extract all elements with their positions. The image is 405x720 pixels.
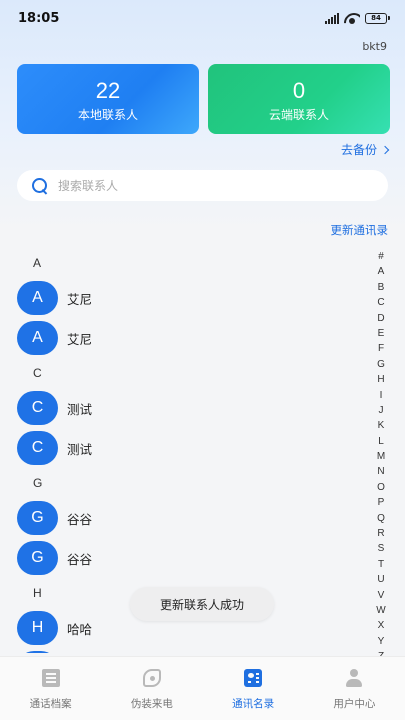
contact-name: 测试 — [67, 441, 93, 457]
cloud-contacts-count: 0 — [292, 78, 306, 103]
contact-avatar: G — [17, 541, 58, 575]
contact-name: 测试 — [67, 401, 93, 417]
signal-icon — [325, 12, 339, 24]
tab-phone[interactable]: 伪装来电 — [101, 657, 202, 720]
contact-row[interactable]: G 谷谷 — [0, 538, 370, 578]
contact-avatar: H — [17, 651, 58, 653]
toast-message: 更新联系人成功 — [130, 587, 274, 621]
index-letter[interactable]: R — [374, 526, 388, 541]
contact-name: 艾尼 — [67, 291, 93, 307]
update-contacts-link[interactable]: 更新通讯录 — [331, 222, 389, 238]
contact-name: 谷谷 — [67, 551, 93, 567]
tab-label: 伪装来电 — [130, 698, 173, 710]
contact-row[interactable]: C 测试 — [0, 388, 370, 428]
wifi-icon — [344, 13, 360, 24]
local-contacts-label: 本地联系人 — [77, 108, 138, 122]
index-letter[interactable]: Y — [374, 634, 388, 649]
index-letter[interactable]: S — [374, 541, 388, 556]
chevron-right-icon — [380, 145, 390, 154]
index-letter[interactable]: P — [374, 495, 388, 510]
index-letter[interactable]: E — [374, 326, 388, 341]
list-icon — [41, 669, 60, 687]
contact-row[interactable]: H哈哈 — [0, 648, 370, 653]
contact-avatar: A — [17, 321, 58, 355]
tab-contacts-book[interactable]: 通讯名录 — [203, 657, 304, 720]
section-header: C — [33, 366, 42, 380]
status-icons: 84 — [325, 12, 390, 24]
tab-label: 通讯名录 — [232, 698, 275, 710]
contact-name: 谷谷 — [67, 511, 93, 527]
bottom-tab-bar: 通话档案 伪装来电 通讯名录 用户中心 — [0, 656, 405, 720]
contact-avatar: C — [17, 431, 58, 465]
index-letter[interactable]: G — [374, 357, 388, 372]
search-icon — [32, 177, 48, 194]
contact-avatar: H — [17, 611, 58, 645]
search-input[interactable] — [58, 178, 358, 193]
user-icon — [345, 669, 363, 687]
status-bar: 18:05 84 — [0, 0, 405, 36]
contact-name: 哈哈 — [67, 621, 93, 637]
contact-avatar: G — [17, 501, 58, 535]
tab-user[interactable]: 用户中心 — [304, 657, 405, 720]
index-letter[interactable]: N — [374, 464, 388, 479]
contact-row[interactable]: C 测试 — [0, 428, 370, 468]
cloud-contacts-label: 云端联系人 — [268, 108, 329, 122]
index-letter[interactable]: V — [374, 588, 388, 603]
index-letter[interactable]: K — [374, 418, 388, 433]
index-letter[interactable]: O — [374, 480, 388, 495]
index-letter[interactable]: T — [374, 557, 388, 572]
index-letter[interactable]: F — [374, 341, 388, 356]
backup-label: 去备份 — [340, 143, 377, 157]
search-bar[interactable] — [17, 170, 388, 201]
index-letter[interactable]: Q — [374, 511, 388, 526]
index-letter[interactable]: L — [374, 434, 388, 449]
index-letter[interactable]: B — [374, 280, 388, 295]
tab-label: 用户中心 — [333, 698, 376, 710]
local-contacts-count: 22 — [95, 78, 121, 103]
index-letter[interactable]: H — [374, 372, 388, 387]
alphabet-index-bar[interactable]: #ABCDEFGHIJKLMNOPQRSTUVWXYZ — [374, 249, 388, 665]
user-name: bkt9 — [362, 40, 387, 53]
contact-row[interactable]: A 艾尼 — [0, 278, 370, 318]
cloud-contacts-card[interactable]: 0 云端联系人 — [208, 64, 390, 134]
phone-icon — [142, 669, 161, 687]
index-letter[interactable]: # — [374, 249, 388, 264]
index-letter[interactable]: I — [374, 388, 388, 403]
index-letter[interactable]: C — [374, 295, 388, 310]
index-letter[interactable]: W — [374, 603, 388, 618]
index-letter[interactable]: D — [374, 311, 388, 326]
contact-name: 艾尼 — [67, 331, 93, 347]
tab-label: 通话档案 — [29, 698, 72, 710]
contacts-book-icon — [244, 669, 263, 687]
section-header: G — [33, 476, 43, 490]
section-header: A — [33, 256, 42, 270]
index-letter[interactable]: U — [374, 572, 388, 587]
tab-list[interactable]: 通话档案 — [0, 657, 101, 720]
index-letter[interactable]: M — [374, 449, 388, 464]
contact-row[interactable]: A 艾尼 — [0, 318, 370, 358]
backup-link[interactable]: 去备份 — [340, 141, 390, 158]
status-time: 18:05 — [18, 10, 60, 26]
index-letter[interactable]: J — [374, 403, 388, 418]
contact-row[interactable]: G 谷谷 — [0, 498, 370, 538]
contact-avatar: A — [17, 281, 58, 315]
battery-icon: 84 — [365, 12, 390, 24]
index-letter[interactable]: A — [374, 264, 388, 279]
contact-avatar: C — [17, 391, 58, 425]
local-contacts-card[interactable]: 22 本地联系人 — [17, 64, 199, 134]
index-letter[interactable]: X — [374, 618, 388, 633]
